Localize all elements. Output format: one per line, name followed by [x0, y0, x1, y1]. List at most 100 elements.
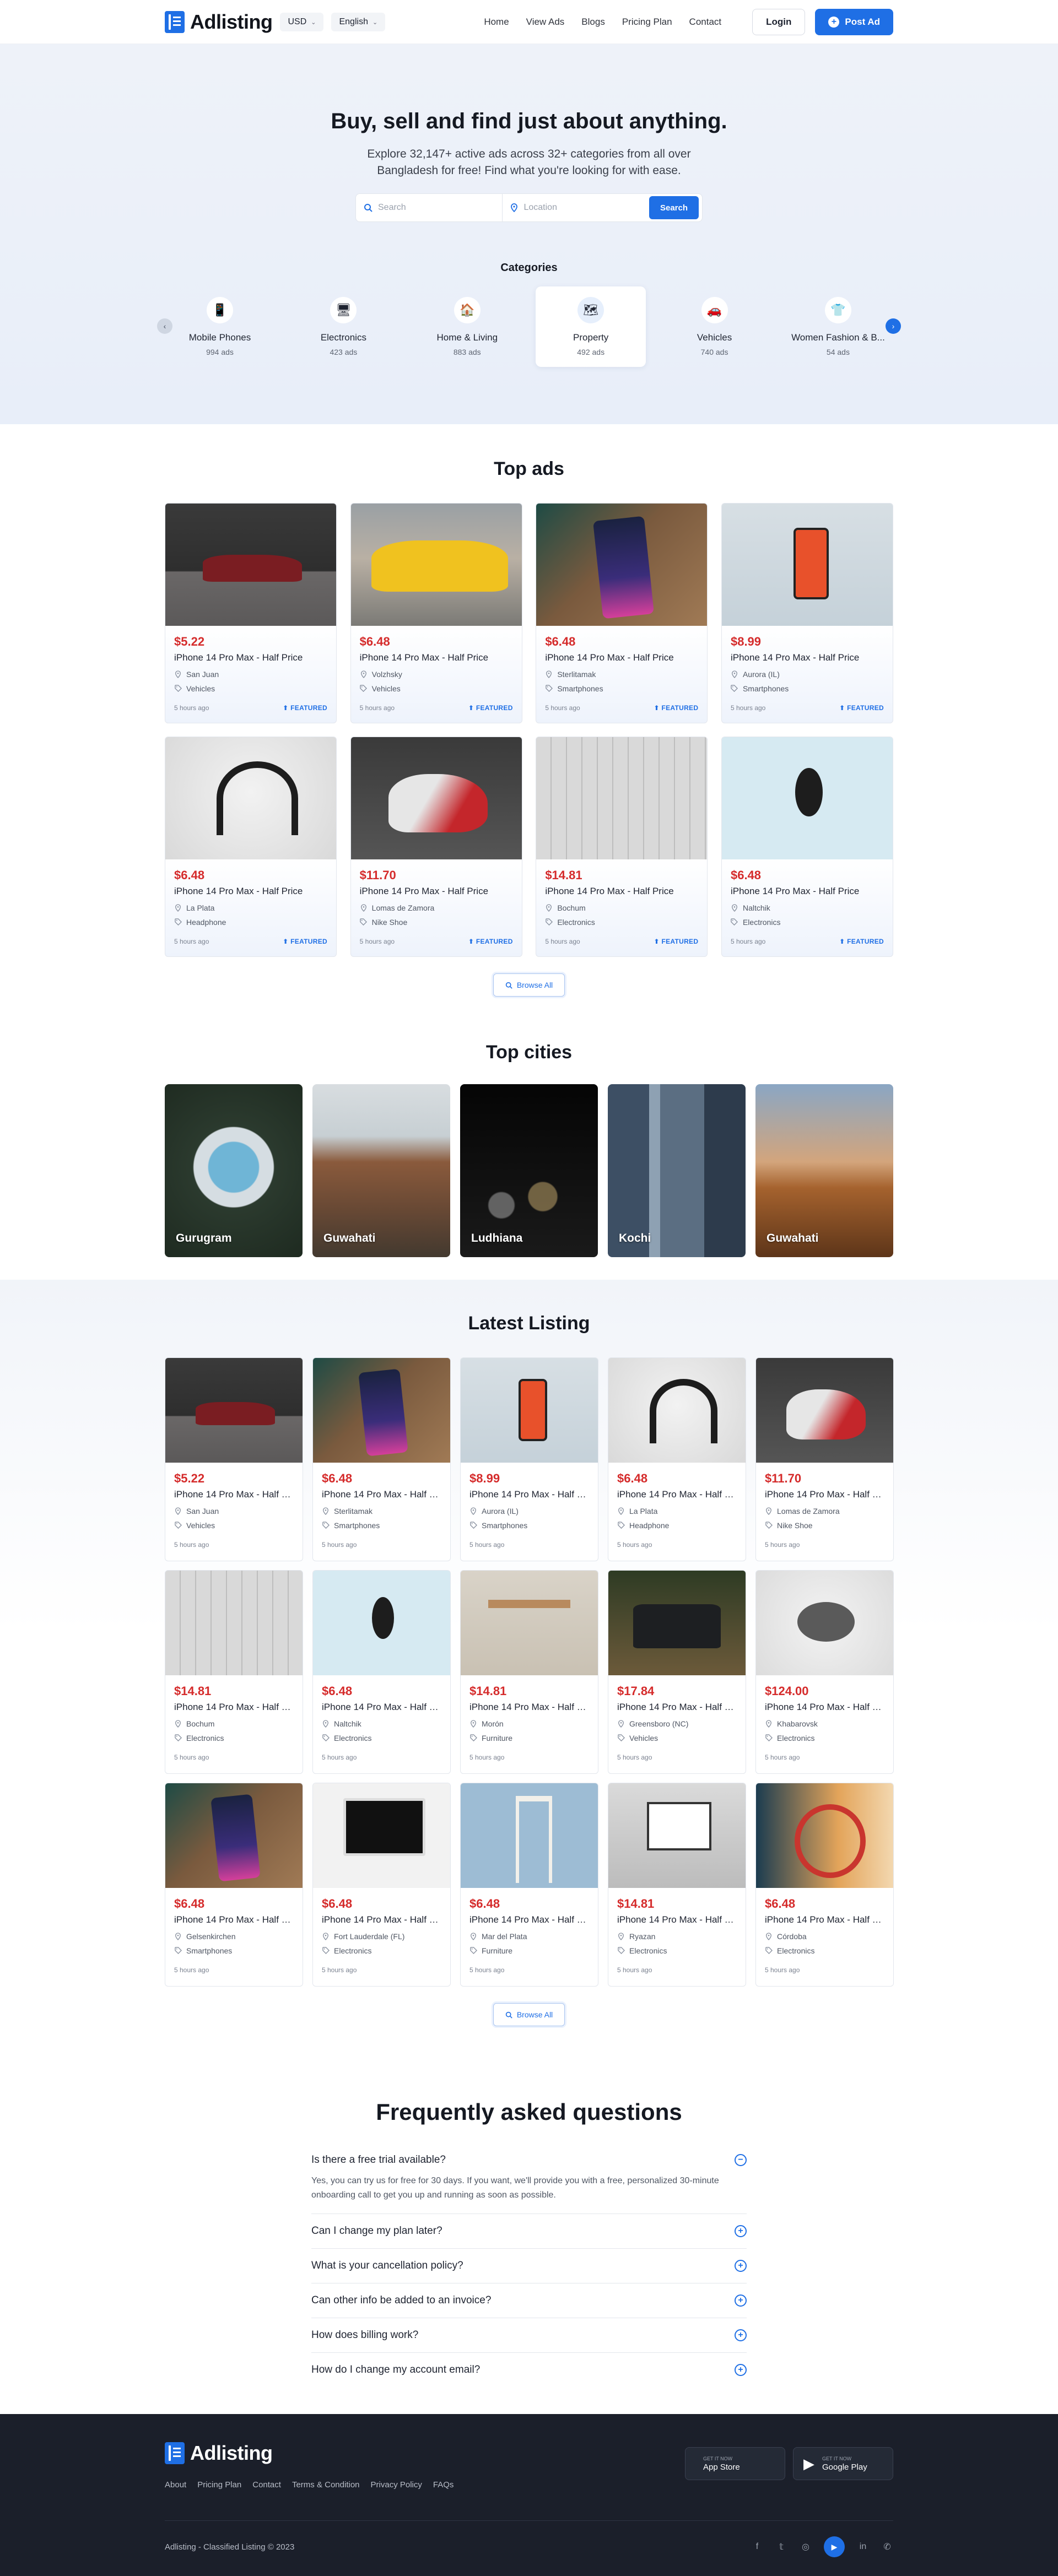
city-card[interactable]: Gurugram	[165, 1084, 303, 1257]
location-field[interactable]: Location	[510, 194, 649, 221]
listing-card[interactable]: $6.48 iPhone 14 Pro Max - Half P... La Pla…	[608, 1357, 746, 1561]
listing-card[interactable]: $14.81 iPhone 14 Pro Max - Half P... Morón…	[460, 1570, 598, 1774]
ad-image	[461, 1571, 598, 1675]
nav-pricing[interactable]: Pricing Plan	[622, 17, 672, 28]
city-card[interactable]: Guwahati	[312, 1084, 450, 1257]
footer-link-about[interactable]: About	[165, 2480, 186, 2490]
ad-location-text: Lomas de Zamora	[777, 1507, 840, 1516]
carousel-next-icon[interactable]: ›	[886, 318, 901, 334]
nav-blogs[interactable]: Blogs	[581, 17, 605, 28]
ad-image	[461, 1783, 598, 1888]
logo-icon	[165, 2442, 185, 2464]
footer-link-faqs[interactable]: FAQs	[433, 2480, 454, 2490]
nav-contact[interactable]: Contact	[689, 17, 722, 28]
faq-item[interactable]: Is there a free trial available? − Yes, yo…	[311, 2149, 747, 2214]
category-card[interactable]: 🚗 Vehicles 740 ads	[660, 286, 770, 367]
listing-card[interactable]: $11.70 iPhone 14 Pro Max - Half P... Lomas…	[755, 1357, 894, 1561]
faq-item[interactable]: Can I change my plan later? +	[311, 2214, 747, 2249]
listing-card[interactable]: $124.00 iPhone 14 Pro Max - Half P... Khab…	[755, 1570, 894, 1774]
listing-card[interactable]: $6.48 iPhone 14 Pro Max - Half P... Córdob…	[755, 1783, 894, 1987]
listing-card[interactable]: $6.48 iPhone 14 Pro Max - Half P... Naltch…	[312, 1570, 451, 1774]
ad-time: 5 hours ago	[765, 1966, 800, 1974]
listing-card[interactable]: $14.81 iPhone 14 Pro Max - Half P... Bochu…	[165, 1570, 303, 1774]
category-card[interactable]: 📱 Mobile Phones 994 ads	[165, 286, 275, 367]
category-card[interactable]: 🗺 Property 492 ads	[536, 286, 646, 367]
post-ad-button[interactable]: + Post Ad	[815, 9, 893, 35]
ad-card[interactable]: $5.22 iPhone 14 Pro Max - Half Price San J…	[165, 503, 337, 723]
plus-circle-icon[interactable]: +	[735, 2329, 747, 2341]
ad-location-text: Aurora (IL)	[482, 1507, 519, 1516]
ad-card[interactable]: $6.48 iPhone 14 Pro Max - Half Price Naltc…	[721, 737, 893, 957]
site-footer: Adlisting About Pricing Plan Contact Ter…	[0, 2414, 1058, 2576]
listing-card[interactable]: $5.22 iPhone 14 Pro Max - Half P... San Ju…	[165, 1357, 303, 1561]
footer-link-privacy[interactable]: Privacy Policy	[371, 2480, 422, 2490]
faq-item[interactable]: What is your cancellation policy? +	[311, 2249, 747, 2283]
search-input[interactable]: Search	[378, 203, 406, 213]
linkedin-icon[interactable]: in	[857, 2541, 869, 2553]
listing-card[interactable]: $6.48 iPhone 14 Pro Max - Half P... Mar de…	[460, 1783, 598, 1987]
google-play-button[interactable]: ▶ GET IT NOW Google Play	[793, 2447, 893, 2480]
arrow-up-icon: ⬆	[468, 704, 476, 712]
search-button[interactable]: Search	[649, 196, 699, 219]
listing-card[interactable]: $6.48 iPhone 14 Pro Max - Half P... Fort L…	[312, 1783, 451, 1987]
category-card[interactable]: 🖥 Electronics 423 ads	[288, 286, 398, 367]
ad-category: Headphone	[174, 918, 327, 927]
nav-view-ads[interactable]: View Ads	[526, 17, 565, 28]
city-card[interactable]: Ludhiana	[460, 1084, 598, 1257]
ad-title: iPhone 14 Pro Max - Half P...	[617, 1914, 737, 1925]
listing-card[interactable]: $17.84 iPhone 14 Pro Max - Half P... Green…	[608, 1570, 746, 1774]
ad-location: Mar del Plata	[469, 1932, 589, 1941]
currency-select[interactable]: USD ⌄	[280, 13, 324, 31]
category-card[interactable]: 🏠 Home & Living 883 ads	[412, 286, 522, 367]
brand-logo[interactable]: Adlisting	[165, 10, 273, 34]
nav-home[interactable]: Home	[484, 17, 509, 28]
faq-item[interactable]: How does billing work? +	[311, 2318, 747, 2353]
top-ads-section: Top ads $5.22 iPhone 14 Pro Max - Half Pr…	[0, 424, 1058, 1280]
featured-badge: ⬆ FEATURED	[283, 938, 327, 945]
instagram-icon[interactable]: ◎	[800, 2541, 812, 2553]
ad-card[interactable]: $6.48 iPhone 14 Pro Max - Half Price La Pl…	[165, 737, 337, 957]
listing-card[interactable]: $6.48 iPhone 14 Pro Max - Half P... Sterli…	[312, 1357, 451, 1561]
city-card[interactable]: Guwahati	[755, 1084, 893, 1257]
search-field[interactable]: Search	[364, 194, 502, 221]
browse-all-button[interactable]: Browse All	[493, 973, 565, 997]
listing-card[interactable]: $8.99 iPhone 14 Pro Max - Half P... Aurora…	[460, 1357, 598, 1561]
carousel-prev-icon[interactable]: ‹	[157, 318, 172, 334]
minus-circle-icon[interactable]: −	[735, 2154, 747, 2166]
city-card[interactable]: Kochi	[608, 1084, 746, 1257]
ad-card[interactable]: $11.70 iPhone 14 Pro Max - Half Price Loma…	[350, 737, 522, 957]
plus-circle-icon[interactable]: +	[735, 2225, 747, 2237]
login-button[interactable]: Login	[752, 9, 806, 35]
ad-card[interactable]: $14.81 iPhone 14 Pro Max - Half Price Boch…	[536, 737, 708, 957]
location-pin-icon	[322, 1933, 330, 1940]
category-card[interactable]: 👕 Women Fashion & B... 54 ads	[783, 286, 893, 367]
ad-location: La Plata	[174, 903, 327, 912]
twitter-icon[interactable]: 𝕥	[775, 2541, 787, 2553]
footer-link-pricing[interactable]: Pricing Plan	[197, 2480, 241, 2490]
whatsapp-icon[interactable]: ✆	[881, 2541, 893, 2553]
ad-location-text: Khabarovsk	[777, 1719, 818, 1728]
search-icon	[505, 2011, 512, 2018]
browse-all-button[interactable]: Browse All	[493, 2003, 565, 2026]
ad-card[interactable]: $8.99 iPhone 14 Pro Max - Half Price Auror…	[721, 503, 893, 723]
language-select[interactable]: English ⌄	[331, 13, 386, 31]
faq-item[interactable]: Can other info be added to an invoice? +	[311, 2283, 747, 2318]
location-input[interactable]: Location	[523, 203, 557, 213]
footer-link-contact[interactable]: Contact	[252, 2480, 281, 2490]
ad-title: iPhone 14 Pro Max - Half Price	[545, 886, 674, 896]
ad-title: iPhone 14 Pro Max - Half P...	[765, 1702, 884, 1712]
ad-card[interactable]: $6.48 iPhone 14 Pro Max - Half Price Volzh…	[350, 503, 522, 723]
city-name: Guwahati	[766, 1232, 819, 1244]
youtube-icon[interactable]: ▶	[824, 2536, 845, 2557]
plus-circle-icon[interactable]: +	[735, 2294, 747, 2307]
app-store-button[interactable]: GET IT NOW App Store	[685, 2447, 785, 2480]
footer-link-terms[interactable]: Terms & Condition	[292, 2480, 360, 2490]
ad-category-text: Electronics	[557, 918, 595, 927]
plus-circle-icon[interactable]: +	[735, 2260, 747, 2272]
listing-card[interactable]: $14.81 iPhone 14 Pro Max - Half P... Ryaza…	[608, 1783, 746, 1987]
listing-card[interactable]: $6.48 iPhone 14 Pro Max - Half P... Gelsen…	[165, 1783, 303, 1987]
plus-circle-icon[interactable]: +	[735, 2364, 747, 2376]
facebook-icon[interactable]: f	[751, 2541, 763, 2553]
faq-item[interactable]: How do I change my account email? +	[311, 2353, 747, 2387]
ad-card[interactable]: $6.48 iPhone 14 Pro Max - Half Price Sterl…	[536, 503, 708, 723]
